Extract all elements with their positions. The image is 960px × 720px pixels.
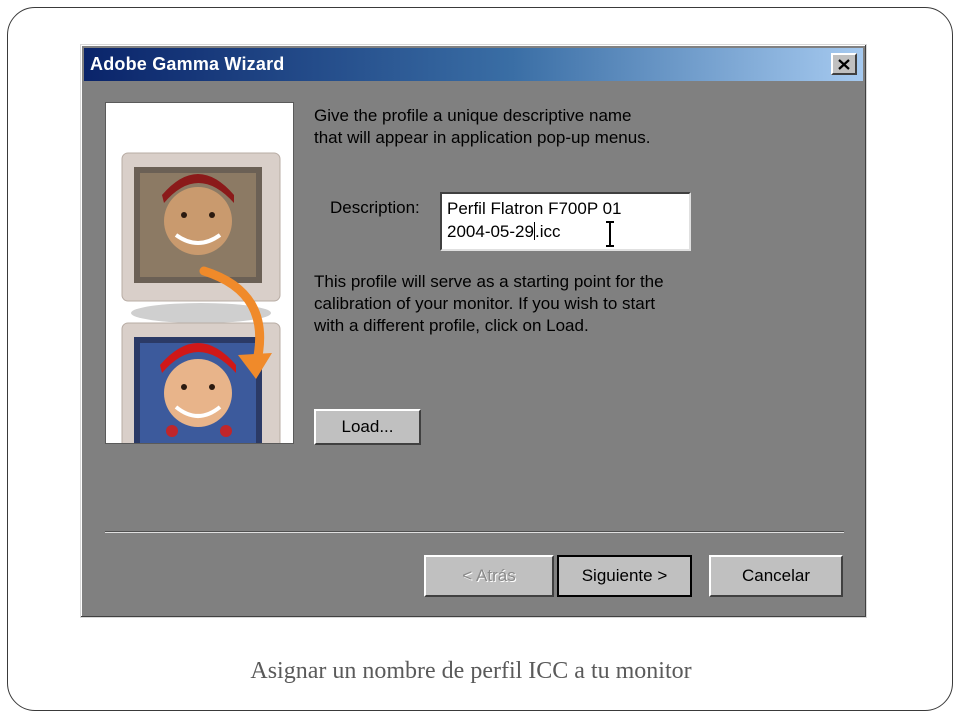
separator-line xyxy=(105,531,844,533)
close-x-icon xyxy=(838,58,850,70)
description-value-line1: Perfil Flatron F700P 01 xyxy=(447,199,622,218)
description-label: Description: xyxy=(330,198,420,217)
description-value-line2: 2004-05-29.icc xyxy=(447,220,684,243)
load-button[interactable]: Load... xyxy=(314,409,421,445)
slide-frame: Adobe Gamma Wizard Give the profile a un… xyxy=(7,7,953,711)
info-line: with a different profile, click on Load. xyxy=(314,316,589,335)
monitor-before-icon xyxy=(121,152,281,323)
next-button[interactable]: Siguiente > xyxy=(557,555,692,597)
cancel-button[interactable]: Cancelar xyxy=(709,555,843,597)
description-value-extension: .icc xyxy=(534,222,561,241)
back-button: < Atrás xyxy=(424,555,554,597)
monitor-illustration xyxy=(105,102,294,444)
title-bar[interactable]: Adobe Gamma Wizard xyxy=(84,48,863,81)
slide-caption: Asignar un nombre de perfil ICC a tu mon… xyxy=(250,658,692,684)
info-line: calibration of your monitor. If you wish… xyxy=(314,294,656,313)
ibeam-cursor-icon xyxy=(606,221,614,247)
instruction-line: Give the profile a unique descriptive na… xyxy=(314,106,632,125)
info-line: This profile will serve as a starting po… xyxy=(314,272,664,291)
window-title: Adobe Gamma Wizard xyxy=(90,54,285,74)
description-value-date: 2004-05-29 xyxy=(447,222,534,241)
description-field[interactable]: Perfil Flatron F700P 01 2004-05-29.icc xyxy=(440,192,691,251)
instruction-line: that will appear in application pop-up m… xyxy=(314,128,651,147)
profile-info-text: This profile will serve as a starting po… xyxy=(314,271,754,337)
close-button[interactable] xyxy=(831,53,857,75)
instructions-text: Give the profile a unique descriptive na… xyxy=(314,105,754,149)
adobe-gamma-wizard-dialog: Adobe Gamma Wizard Give the profile a un… xyxy=(80,44,867,618)
